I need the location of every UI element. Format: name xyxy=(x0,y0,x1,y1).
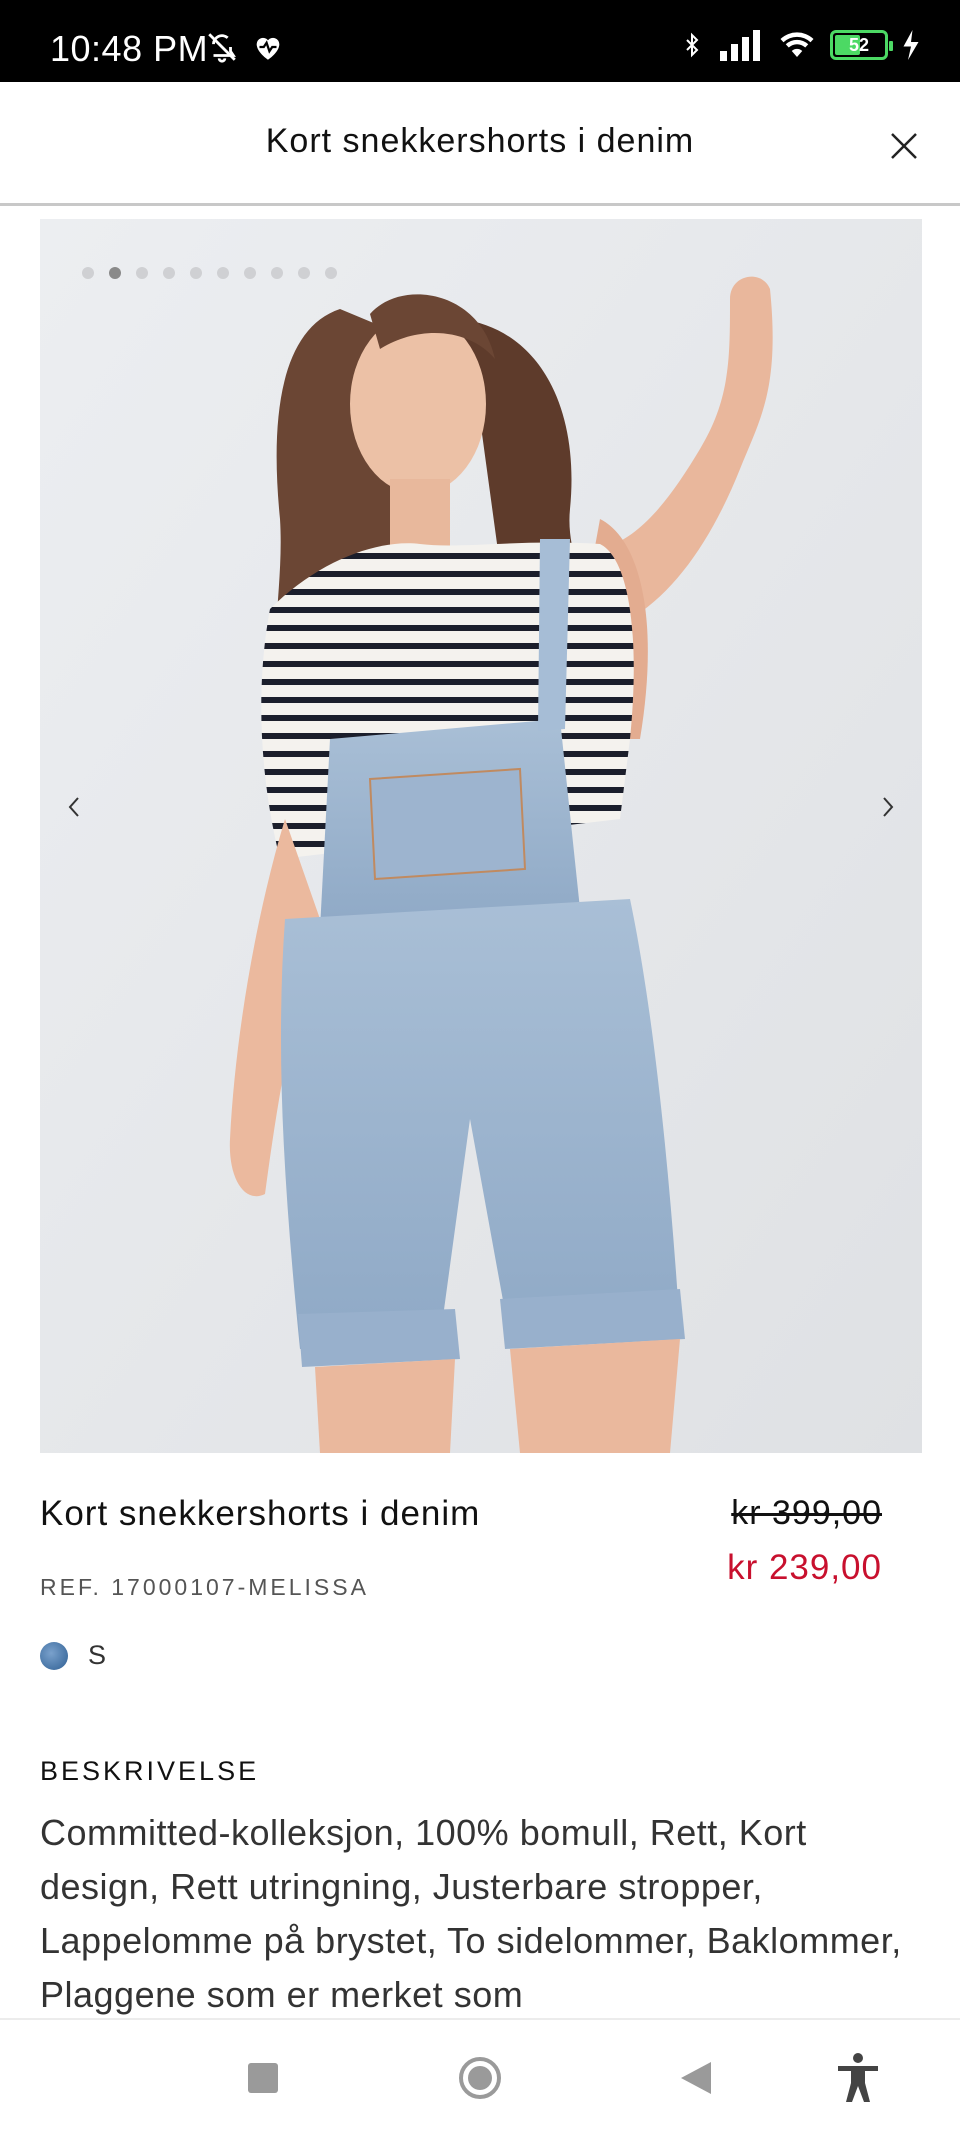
recents-square-icon xyxy=(248,2063,278,2093)
heart-pulse-icon xyxy=(256,37,280,60)
system-nav-bar xyxy=(0,2018,960,2133)
bluetooth-icon xyxy=(686,32,699,58)
recents-button[interactable] xyxy=(235,2050,291,2106)
gallery-dot[interactable] xyxy=(271,267,283,279)
chevron-right-icon xyxy=(883,797,894,817)
gallery-dot[interactable] xyxy=(109,267,121,279)
product-name: Kort snekkershorts i denim xyxy=(40,1494,481,1533)
close-button[interactable] xyxy=(882,124,926,168)
chevron-left-icon xyxy=(68,797,79,817)
charging-icon xyxy=(903,30,919,60)
product-reference: REF. 17000107-MELISSA xyxy=(40,1574,369,1600)
mute-bell-icon xyxy=(208,33,236,63)
description-text: Committed-kolleksjon, 100% bomull, Rett,… xyxy=(40,1812,902,2015)
accessibility-button[interactable] xyxy=(830,2050,886,2106)
gallery-dot[interactable] xyxy=(163,267,175,279)
battery-level: 52 xyxy=(848,34,870,55)
gallery-dot[interactable] xyxy=(190,267,202,279)
back-triangle-icon xyxy=(681,2062,711,2094)
close-icon xyxy=(891,133,917,159)
status-right-icons: 52 xyxy=(680,28,920,62)
signal-icon xyxy=(720,30,760,61)
gallery-dot[interactable] xyxy=(298,267,310,279)
sale-price: kr 239,00 xyxy=(727,1548,882,1587)
product-photo xyxy=(40,219,922,1453)
product-image-gallery[interactable] xyxy=(40,219,922,1453)
gallery-dot[interactable] xyxy=(82,267,94,279)
page-title: Kort snekkershorts i denim xyxy=(265,122,695,160)
gallery-pagination xyxy=(82,267,337,279)
color-size-row: S xyxy=(40,1640,106,1671)
description-heading: BESKRIVELSE xyxy=(40,1756,260,1786)
home-button[interactable] xyxy=(452,2050,508,2106)
color-swatch[interactable] xyxy=(40,1641,68,1670)
status-left-icons xyxy=(205,30,285,64)
battery-icon: 52 xyxy=(830,30,893,60)
gallery-dot[interactable] xyxy=(325,267,337,279)
wifi-icon xyxy=(780,32,814,57)
top-header: Kort snekkershorts i denim xyxy=(0,82,960,206)
gallery-next-button[interactable] xyxy=(868,787,908,827)
size-label: S xyxy=(88,1640,107,1670)
status-time: 10:48 PM xyxy=(50,28,209,69)
gallery-prev-button[interactable] xyxy=(54,787,94,827)
original-price: kr 399,00 xyxy=(731,1494,882,1532)
gallery-dot[interactable] xyxy=(217,267,229,279)
back-button[interactable] xyxy=(668,2050,724,2106)
status-bar: 10:48 PM 52 xyxy=(0,0,960,82)
accessibility-icon xyxy=(838,2053,878,2102)
gallery-dot[interactable] xyxy=(244,267,256,279)
gallery-dot[interactable] xyxy=(136,267,148,279)
home-circle-icon xyxy=(459,2057,501,2099)
